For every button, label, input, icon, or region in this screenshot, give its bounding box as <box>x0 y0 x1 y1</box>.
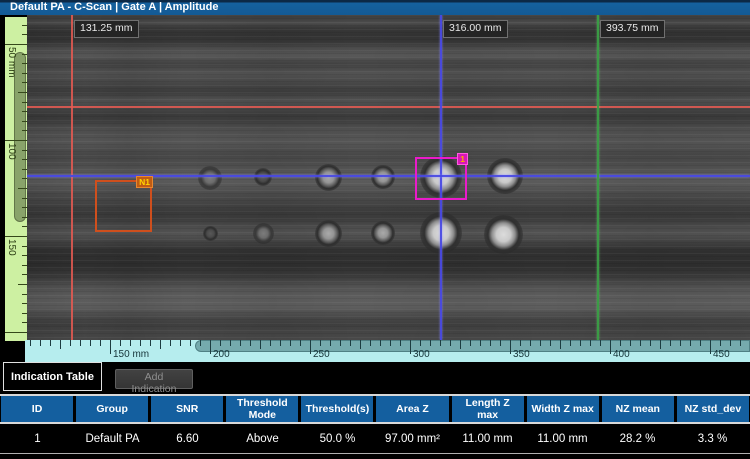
table-header-row: IDGroupSNRThreshold ModeThreshold(s)Area… <box>0 396 750 422</box>
indication-spot <box>203 226 218 241</box>
table-cell: 11.00 mm <box>450 424 525 453</box>
indication-spot <box>198 166 222 190</box>
ruler-tick-label: 150 <box>6 239 16 256</box>
add-indication-button[interactable]: Add Indication <box>115 369 193 389</box>
table-cell: Above <box>225 424 300 453</box>
table-cell: 6.60 <box>150 424 225 453</box>
cscan-image[interactable]: 131.25 mm 316.00 mm 393.75 mm N1 1 <box>27 15 750 340</box>
ruler-tick-label: 350 <box>513 349 530 360</box>
indication-spot <box>371 221 395 245</box>
table-cell: 28.2 % <box>600 424 675 453</box>
indication-spot <box>315 164 342 191</box>
column-header: Threshold Mode <box>226 396 298 422</box>
indication-spot <box>253 223 274 244</box>
ruler-tick-label: 250 <box>313 349 330 360</box>
indication-spot <box>315 220 342 247</box>
column-header: NZ std_dev <box>677 396 749 422</box>
ruler-tick-label: 400 <box>613 349 630 360</box>
column-header: NZ mean <box>602 396 674 422</box>
indication-spot <box>254 168 272 186</box>
horizontal-ruler-thumb[interactable] <box>195 340 750 352</box>
vertical-ruler[interactable]: 50 mm 100 150 <box>5 17 27 341</box>
ruler-tick-label: 100 <box>6 143 16 160</box>
table-cell: 11.00 mm <box>525 424 600 453</box>
tab-indication-table[interactable]: Indication Table <box>3 362 102 391</box>
blue-cursor-position-label: 316.00 mm <box>443 20 508 38</box>
indication-spot <box>484 215 523 254</box>
tab-label: Indication Table <box>11 371 94 383</box>
indication-box-1[interactable]: 1 <box>415 157 467 200</box>
red-cursor-vertical[interactable] <box>71 15 73 340</box>
panel-separator <box>0 453 750 454</box>
ruler-tick-label: 50 mm <box>6 47 16 78</box>
green-cursor-vertical[interactable] <box>597 15 599 340</box>
red-cursor-position-label: 131.25 mm <box>74 20 139 38</box>
green-cursor-position-label: 393.75 mm <box>600 20 665 38</box>
view-title: Default PA - C-Scan | Gate A | Amplitude <box>10 1 218 13</box>
ruler-tick-label: 450 <box>713 349 730 360</box>
column-header: Group <box>76 396 148 422</box>
column-header: Area Z <box>376 396 448 422</box>
table-cell: 50.0 % <box>300 424 375 453</box>
table-cell: 97.00 mm² <box>375 424 450 453</box>
app-window: Default PA - C-Scan | Gate A | Amplitude… <box>0 0 750 459</box>
red-cursor-horizontal[interactable] <box>27 106 750 108</box>
ruler-tick-label: 150 mm <box>113 349 149 360</box>
horizontal-ruler[interactable]: 150 mm 200 250 300 350 400 450 <box>25 340 750 362</box>
table-cell: 1 <box>0 424 75 453</box>
ruler-tick-label: 300 <box>413 349 430 360</box>
table-cell: 3.3 % <box>675 424 750 453</box>
column-header: ID <box>1 396 73 422</box>
column-header: Threshold(s) <box>301 396 373 422</box>
view-title-bar: Default PA - C-Scan | Gate A | Amplitude <box>0 0 750 15</box>
indication-box-label: 1 <box>457 153 468 165</box>
table-cell: Default PA <box>75 424 150 453</box>
column-header: Width Z max <box>527 396 599 422</box>
zone-box-n1[interactable]: N1 <box>95 180 152 232</box>
column-header: SNR <box>151 396 223 422</box>
zone-box-label: N1 <box>136 176 153 188</box>
table-data-row[interactable]: 1Default PA6.60Above50.0 %97.00 mm²11.00… <box>0 424 750 453</box>
ruler-tick-label: 200 <box>213 349 230 360</box>
indication-panel: Indication Table Add Indication IDGroupS… <box>0 362 750 459</box>
indication-spot <box>371 165 395 189</box>
column-header: Length Z max <box>452 396 524 422</box>
